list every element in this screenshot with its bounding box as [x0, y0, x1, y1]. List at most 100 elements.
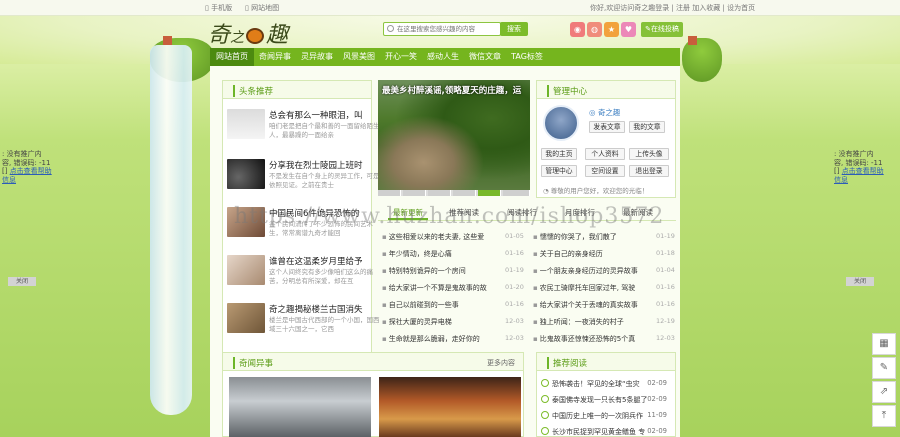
headline-title[interactable]: 总会有那么一种眼泪，叫: [269, 109, 381, 121]
left-ad-close-button[interactable]: 关闭: [8, 277, 36, 286]
ad-help-link[interactable]: 点击查看帮助: [842, 167, 884, 175]
profile-button[interactable]: 个人资料: [585, 148, 625, 160]
weird-news-thumbnail[interactable]: [229, 377, 371, 437]
list-date: 12-19: [656, 317, 675, 325]
slide-dot[interactable]: [403, 190, 426, 196]
list-item[interactable]: ▪ 这些相爱以来的老夫妻, 这些爱: [382, 232, 484, 242]
login-link[interactable]: 登录: [655, 4, 669, 12]
waterfall-decoration: [150, 45, 192, 415]
nav-item-tags[interactable]: TAG标签: [506, 48, 548, 66]
headline-thumbnail[interactable]: [227, 255, 265, 285]
headline-desc: 这个人间终究有多少像咱们这么的痛苦，分明总有所深爱，却在互: [269, 268, 373, 285]
search-input[interactable]: [397, 24, 497, 34]
member-name[interactable]: ◎ 奇之趣: [589, 107, 620, 118]
upload-avatar-button[interactable]: 上传头像: [629, 148, 669, 160]
nav-item-ghost-stories[interactable]: 灵异故事: [296, 48, 338, 66]
list-date: 01-19: [656, 232, 675, 240]
list-item[interactable]: ▪ 给大家讲一个不算是鬼故事的故: [382, 283, 487, 293]
headline-thumbnail[interactable]: [227, 303, 265, 333]
qrcode-icon[interactable]: ▦: [872, 333, 896, 355]
house-decoration: [163, 36, 172, 45]
site-logo[interactable]: 奇之趣: [208, 17, 288, 49]
post-article-link[interactable]: 发表文章: [589, 121, 625, 133]
slide-dot[interactable]: [503, 190, 530, 196]
nav-item-wechat[interactable]: 微信文章: [464, 48, 506, 66]
search-icon: [387, 25, 394, 32]
headline-title[interactable]: 分享我在烈士陵园上班时: [269, 159, 381, 171]
list-date: 01-20: [505, 283, 524, 291]
recommend-item[interactable]: 长沙市民捉到罕见黄金鳝鱼 专: [541, 427, 645, 437]
headline-title[interactable]: 奇之趣揭秘楼兰古国消失: [269, 303, 381, 315]
recommend-item[interactable]: 恐怖袭击！罕见的全球“虫灾: [541, 379, 640, 389]
recommend-item[interactable]: 泰国佛寺发现一只长有5条腿了: [541, 395, 647, 405]
signup-link[interactable]: 注册: [676, 4, 690, 12]
list-item[interactable]: ▪ 独上听闻：一夜消失的村子: [533, 317, 624, 327]
list-item[interactable]: ▪ 自己以前碰到的一些事: [382, 300, 459, 310]
logout-button[interactable]: 退出登录: [629, 165, 669, 177]
qq-icon[interactable]: ◍: [587, 22, 602, 37]
pumpkin-icon: [246, 28, 265, 44]
nav-item-touching[interactable]: 感动人生: [422, 48, 464, 66]
nav-item-jokes[interactable]: 开心一笑: [380, 48, 422, 66]
star-icon[interactable]: ★: [604, 22, 619, 37]
image-slider[interactable]: 最美乡村醉溪谣,领略夏天的庄趣，运: [378, 80, 530, 198]
list-date: 01-16: [505, 249, 524, 257]
back-to-top-icon[interactable]: ⤒: [872, 405, 896, 427]
list-item[interactable]: ▪ 懦懦的你哭了，我们散了: [533, 232, 617, 242]
slide-caption[interactable]: 最美乡村醉溪谣,领略夏天的庄趣，运: [382, 84, 521, 96]
weird-news-thumbnail[interactable]: [379, 377, 521, 437]
list-date: 01-04: [656, 266, 675, 274]
headline-thumbnail[interactable]: [227, 159, 265, 189]
main-content: 头条推荐 总会有那么一种眼泪，叫 咱们老是把自个最和善的一面留给陌生人，最暴躁的…: [210, 66, 680, 437]
nav-item-weird-news[interactable]: 奇闻异事: [254, 48, 296, 66]
more-link[interactable]: 更多内容: [487, 358, 515, 368]
feedback-icon[interactable]: ✎: [872, 357, 896, 379]
slide-dot[interactable]: [378, 190, 401, 196]
list-item[interactable]: ▪ 比鬼故事还惊悚还恐怖的5个真: [533, 334, 635, 344]
share-icon[interactable]: ⇗: [872, 381, 896, 403]
sitemap-link[interactable]: ▯ 网站地图: [245, 3, 279, 13]
admin-center-button[interactable]: 管理中心: [541, 165, 577, 177]
list-item[interactable]: ▪ 年少情动，终是心痛: [382, 249, 452, 259]
search-button[interactable]: 搜索: [500, 22, 528, 36]
homepage-link[interactable]: 设为首页: [727, 4, 755, 12]
search-box: [383, 22, 501, 36]
list-item[interactable]: ▪ 一个朋友亲身经历过的灵异故事: [533, 266, 638, 276]
list-date: 01-16: [505, 300, 524, 308]
nav-item-scenery[interactable]: 风景美图: [338, 48, 380, 66]
slide-dot[interactable]: [428, 190, 451, 196]
list-item[interactable]: ▪ 给大家讲个关于丢魂的真实故事: [533, 300, 638, 310]
slide-dot[interactable]: [453, 190, 476, 196]
avatar[interactable]: [543, 105, 579, 141]
list-item[interactable]: ▪ 特别特别诡异的一个房间: [382, 266, 466, 276]
list-item[interactable]: ▪ 关于自己的亲身经历: [533, 249, 603, 259]
recommend-panel: 推荐阅读 恐怖袭击！罕见的全球“虫灾 02-09 泰国佛寺发现一只长有5条腿了 …: [536, 352, 676, 437]
favorite-link[interactable]: 加入收藏: [692, 4, 720, 12]
list-item[interactable]: ▪ 探社大厦的灵异电梯: [382, 317, 452, 327]
recommend-item[interactable]: 中国历史上唯一的一次阴兵作: [541, 411, 643, 421]
slide-image[interactable]: [378, 80, 530, 190]
slide-dot-active[interactable]: [478, 190, 501, 196]
panel-title: 奇闻异事: [233, 357, 273, 369]
heart-icon[interactable]: ♥: [621, 22, 636, 37]
main-nav: 网站首页 奇闻异事 灵异故事 风景美图 开心一笑 感动人生 微信文章 TAG标签: [210, 48, 680, 66]
recommend-date: 02-09: [647, 379, 667, 387]
space-settings-button[interactable]: 空间设置: [585, 165, 625, 177]
headline-title[interactable]: 谁曾在这温柔岁月里给予: [269, 255, 381, 267]
panel-header: 推荐阅读: [537, 353, 675, 371]
mobile-link[interactable]: ▯ 手机版: [205, 3, 232, 13]
member-panel: 管理中心 ◎ 奇之趣 发表文章 我的文章 我的主页 个人资料 上传头像 管理中心…: [536, 80, 676, 198]
list-item[interactable]: ▪ 生命就是那么脆弱，走好你的: [382, 334, 480, 344]
post-article-button[interactable]: ✎在线投稿: [641, 22, 683, 37]
headline-thumbnail[interactable]: [227, 109, 265, 139]
list-item[interactable]: ▪ 农民工骑摩托车回家过年, 驾驶: [533, 283, 635, 293]
my-articles-link[interactable]: 我的文章: [629, 121, 665, 133]
weibo-icon[interactable]: ◉: [570, 22, 585, 37]
list-date: 12-03: [505, 334, 524, 342]
recommend-date: 11-09: [647, 411, 667, 419]
nav-item-home[interactable]: 网站首页: [210, 48, 254, 66]
my-homepage-button[interactable]: 我的主页: [541, 148, 577, 160]
right-ad-close-button[interactable]: 关闭: [846, 277, 874, 286]
weird-news-panel: 奇闻异事 更多内容: [222, 352, 524, 437]
ad-help-link[interactable]: 点击查看帮助: [10, 167, 52, 175]
